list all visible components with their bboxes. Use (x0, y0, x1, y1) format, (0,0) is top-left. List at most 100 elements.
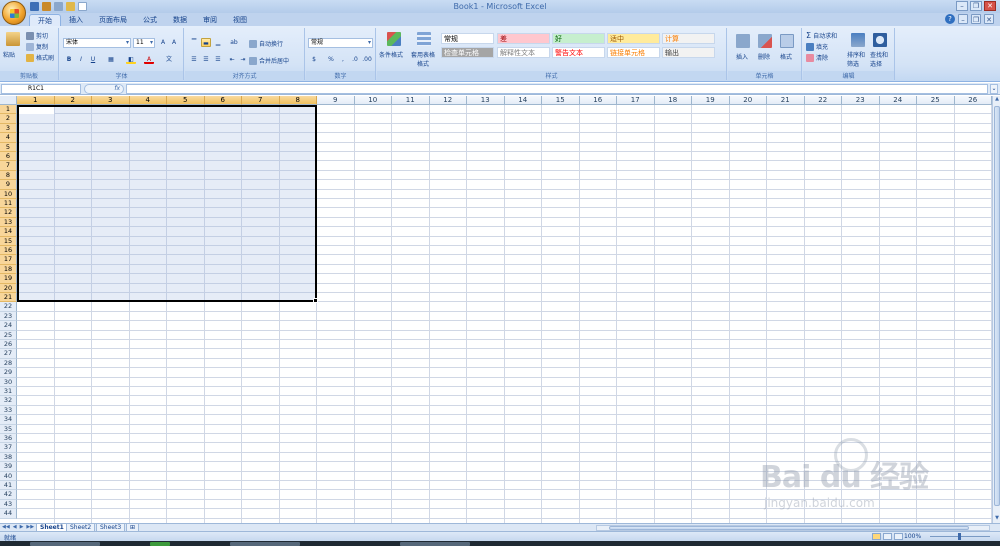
scroll-down-icon[interactable]: ▼ (993, 515, 1000, 523)
autosum-button[interactable]: Σ 自动求和 (806, 31, 837, 40)
row-header[interactable]: 12 (0, 208, 17, 218)
font-size-select[interactable]: 11 (133, 38, 155, 48)
first-sheet-icon[interactable]: ◀◀ (2, 524, 10, 530)
fill-color-button[interactable]: ◧ (126, 55, 136, 64)
binoculars-icon[interactable] (873, 33, 887, 47)
row-header[interactable]: 21 (0, 293, 17, 303)
cell-style-option[interactable]: 输出 (662, 47, 715, 58)
row-header[interactable]: 43 (0, 499, 17, 510)
column-header[interactable]: 4 (129, 96, 167, 105)
column-header[interactable]: 16 (579, 96, 617, 105)
sort-filter-icon[interactable] (851, 33, 865, 47)
column-header[interactable]: 14 (504, 96, 542, 105)
column-header[interactable]: 23 (842, 96, 880, 105)
cell-selection-range[interactable] (17, 105, 317, 303)
cell-style-option[interactable]: 解释性文本 (497, 47, 550, 58)
row-header[interactable]: 36 (0, 434, 17, 444)
ribbon-tab[interactable]: 页面布局 (91, 14, 135, 26)
row-header[interactable]: 14 (0, 227, 17, 237)
cell-style-option[interactable]: 链接单元格 (607, 47, 660, 58)
column-header[interactable]: 8 (279, 96, 317, 105)
column-header[interactable]: 3 (92, 96, 130, 105)
align-left-button[interactable]: ☰ (189, 55, 199, 64)
delete-cells-button[interactable]: 删除 (758, 52, 770, 61)
comma-button[interactable]: , (338, 55, 348, 64)
row-header[interactable]: 41 (0, 481, 17, 491)
close-icon[interactable]: ✕ (984, 1, 996, 11)
ribbon-tab[interactable]: 视图 (225, 14, 255, 26)
row-header[interactable]: 34 (0, 415, 17, 425)
italic-button[interactable]: I (76, 55, 86, 64)
decrease-decimal-button[interactable]: .00 (362, 55, 372, 64)
row-header[interactable]: 23 (0, 311, 17, 322)
column-header[interactable]: 5 (167, 96, 205, 105)
format-cells-icon[interactable] (780, 34, 794, 48)
row-header[interactable]: 31 (0, 387, 17, 397)
column-header[interactable]: 19 (692, 96, 730, 105)
row-header[interactable]: 24 (0, 321, 17, 331)
minimize-icon[interactable]: – (956, 1, 968, 11)
column-header[interactable]: 25 (917, 96, 955, 105)
workbook-restore-icon[interactable]: ❐ (971, 14, 981, 24)
copy-button[interactable]: 复制 (26, 42, 48, 51)
cell-style-option[interactable]: 差 (497, 33, 550, 44)
row-header[interactable]: 4 (0, 133, 17, 143)
phonetic-button[interactable]: 文 (164, 55, 174, 64)
row-header[interactable]: 7 (0, 161, 17, 171)
vertical-scroll-thumb[interactable] (994, 106, 1000, 506)
fill-handle[interactable] (313, 298, 318, 304)
borders-button[interactable]: ▦ (106, 55, 116, 64)
column-header[interactable]: 18 (654, 96, 692, 105)
cell-style-option[interactable]: 好 (552, 33, 605, 44)
row-header[interactable]: 8 (0, 170, 17, 181)
orientation-button[interactable]: ab (229, 38, 239, 47)
cell-style-option[interactable]: 适中 (607, 33, 660, 44)
taskbar-item[interactable] (150, 542, 170, 546)
column-header[interactable]: 10 (354, 96, 392, 105)
paste-button[interactable]: 粘贴 (3, 50, 15, 59)
grow-font-button[interactable]: A (158, 38, 168, 47)
row-header[interactable]: 22 (0, 302, 17, 312)
row-header[interactable]: 10 (0, 189, 17, 199)
row-header[interactable]: 15 (0, 236, 17, 246)
insert-function-button[interactable]: fx (84, 84, 124, 94)
row-header[interactable]: 38 (0, 452, 17, 463)
column-header[interactable]: 13 (467, 96, 505, 105)
insert-cells-icon[interactable] (736, 34, 750, 48)
wrap-text-button[interactable]: 自动换行 (249, 39, 283, 48)
row-header[interactable]: 1 (0, 105, 17, 115)
row-header[interactable]: 33 (0, 405, 17, 416)
expand-formula-bar-icon[interactable]: ⌄ (990, 84, 998, 94)
row-header[interactable]: 28 (0, 358, 17, 369)
format-painter-button[interactable]: 格式刷 (26, 53, 54, 62)
row-header[interactable]: 40 (0, 471, 17, 481)
ribbon-tab[interactable]: 数据 (165, 14, 195, 26)
vertical-scrollbar[interactable]: ▲ ▼ (992, 96, 1000, 523)
zoom-level[interactable]: 100% (904, 533, 921, 540)
format-table-icon[interactable] (417, 32, 431, 46)
row-header[interactable]: 35 (0, 424, 17, 434)
align-middle-button[interactable]: ▬ (201, 38, 211, 47)
conditional-format-button[interactable]: 条件格式 (379, 50, 403, 59)
bold-button[interactable]: B (64, 55, 74, 64)
horizontal-scroll-thumb[interactable] (609, 526, 969, 530)
row-header[interactable]: 9 (0, 180, 17, 190)
row-header[interactable]: 11 (0, 199, 17, 209)
fill-button[interactable]: 填充 (806, 42, 828, 51)
row-header[interactable]: 16 (0, 246, 17, 256)
currency-button[interactable]: $ (309, 55, 319, 64)
office-button[interactable] (2, 1, 26, 25)
insert-cells-button[interactable]: 插入 (736, 52, 748, 61)
font-color-button[interactable]: A (144, 55, 154, 64)
align-bottom-button[interactable]: ▁ (213, 38, 223, 47)
column-header[interactable]: 20 (729, 96, 767, 105)
row-header[interactable]: 27 (0, 349, 17, 359)
ribbon-tab[interactable]: 插入 (61, 14, 91, 26)
ribbon-tab[interactable]: 审阅 (195, 14, 225, 26)
cut-button[interactable]: 剪切 (26, 31, 48, 40)
page-layout-view-icon[interactable] (883, 533, 892, 540)
row-header[interactable]: 6 (0, 152, 17, 162)
prev-sheet-icon[interactable]: ◀ (13, 524, 17, 530)
cell-style-option[interactable]: 警告文本 (552, 47, 605, 58)
row-header[interactable]: 29 (0, 368, 17, 378)
